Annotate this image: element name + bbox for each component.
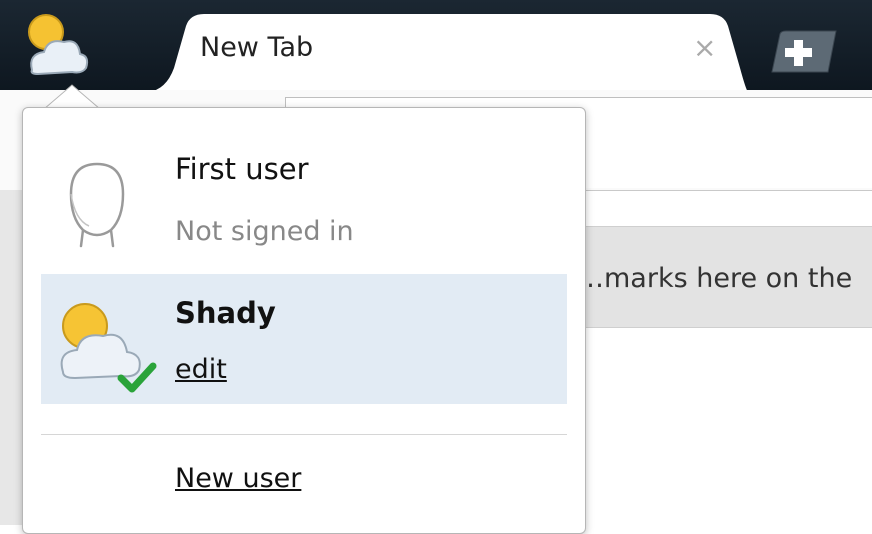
user-name: First user bbox=[175, 152, 309, 186]
user-row-shady[interactable]: Shady edit bbox=[41, 274, 567, 404]
default-avatar-icon bbox=[69, 162, 125, 248]
tab-strip: New Tab × bbox=[0, 0, 872, 92]
tab-new-tab[interactable]: New Tab × bbox=[148, 12, 748, 92]
user-row-first-user[interactable]: First user Not signed in bbox=[41, 128, 567, 268]
new-tab-button[interactable] bbox=[762, 30, 840, 74]
plus-icon bbox=[771, 30, 837, 73]
bookmark-bar-hint: …marks here on the bbox=[577, 263, 853, 294]
sun-cloud-avatar-icon bbox=[28, 14, 89, 76]
user-status: Not signed in bbox=[175, 216, 354, 247]
profile-menu-bubble: First user Not signed in Shady edit New … bbox=[22, 107, 586, 534]
check-icon bbox=[117, 362, 157, 393]
close-icon[interactable]: × bbox=[693, 34, 716, 62]
user-name: Shady bbox=[175, 296, 276, 330]
new-user-link[interactable]: New user bbox=[175, 463, 301, 494]
menu-divider bbox=[41, 434, 567, 435]
edit-profile-link[interactable]: edit bbox=[175, 354, 227, 385]
tab-title: New Tab bbox=[200, 32, 314, 63]
profile-avatar-button[interactable] bbox=[22, 8, 92, 83]
